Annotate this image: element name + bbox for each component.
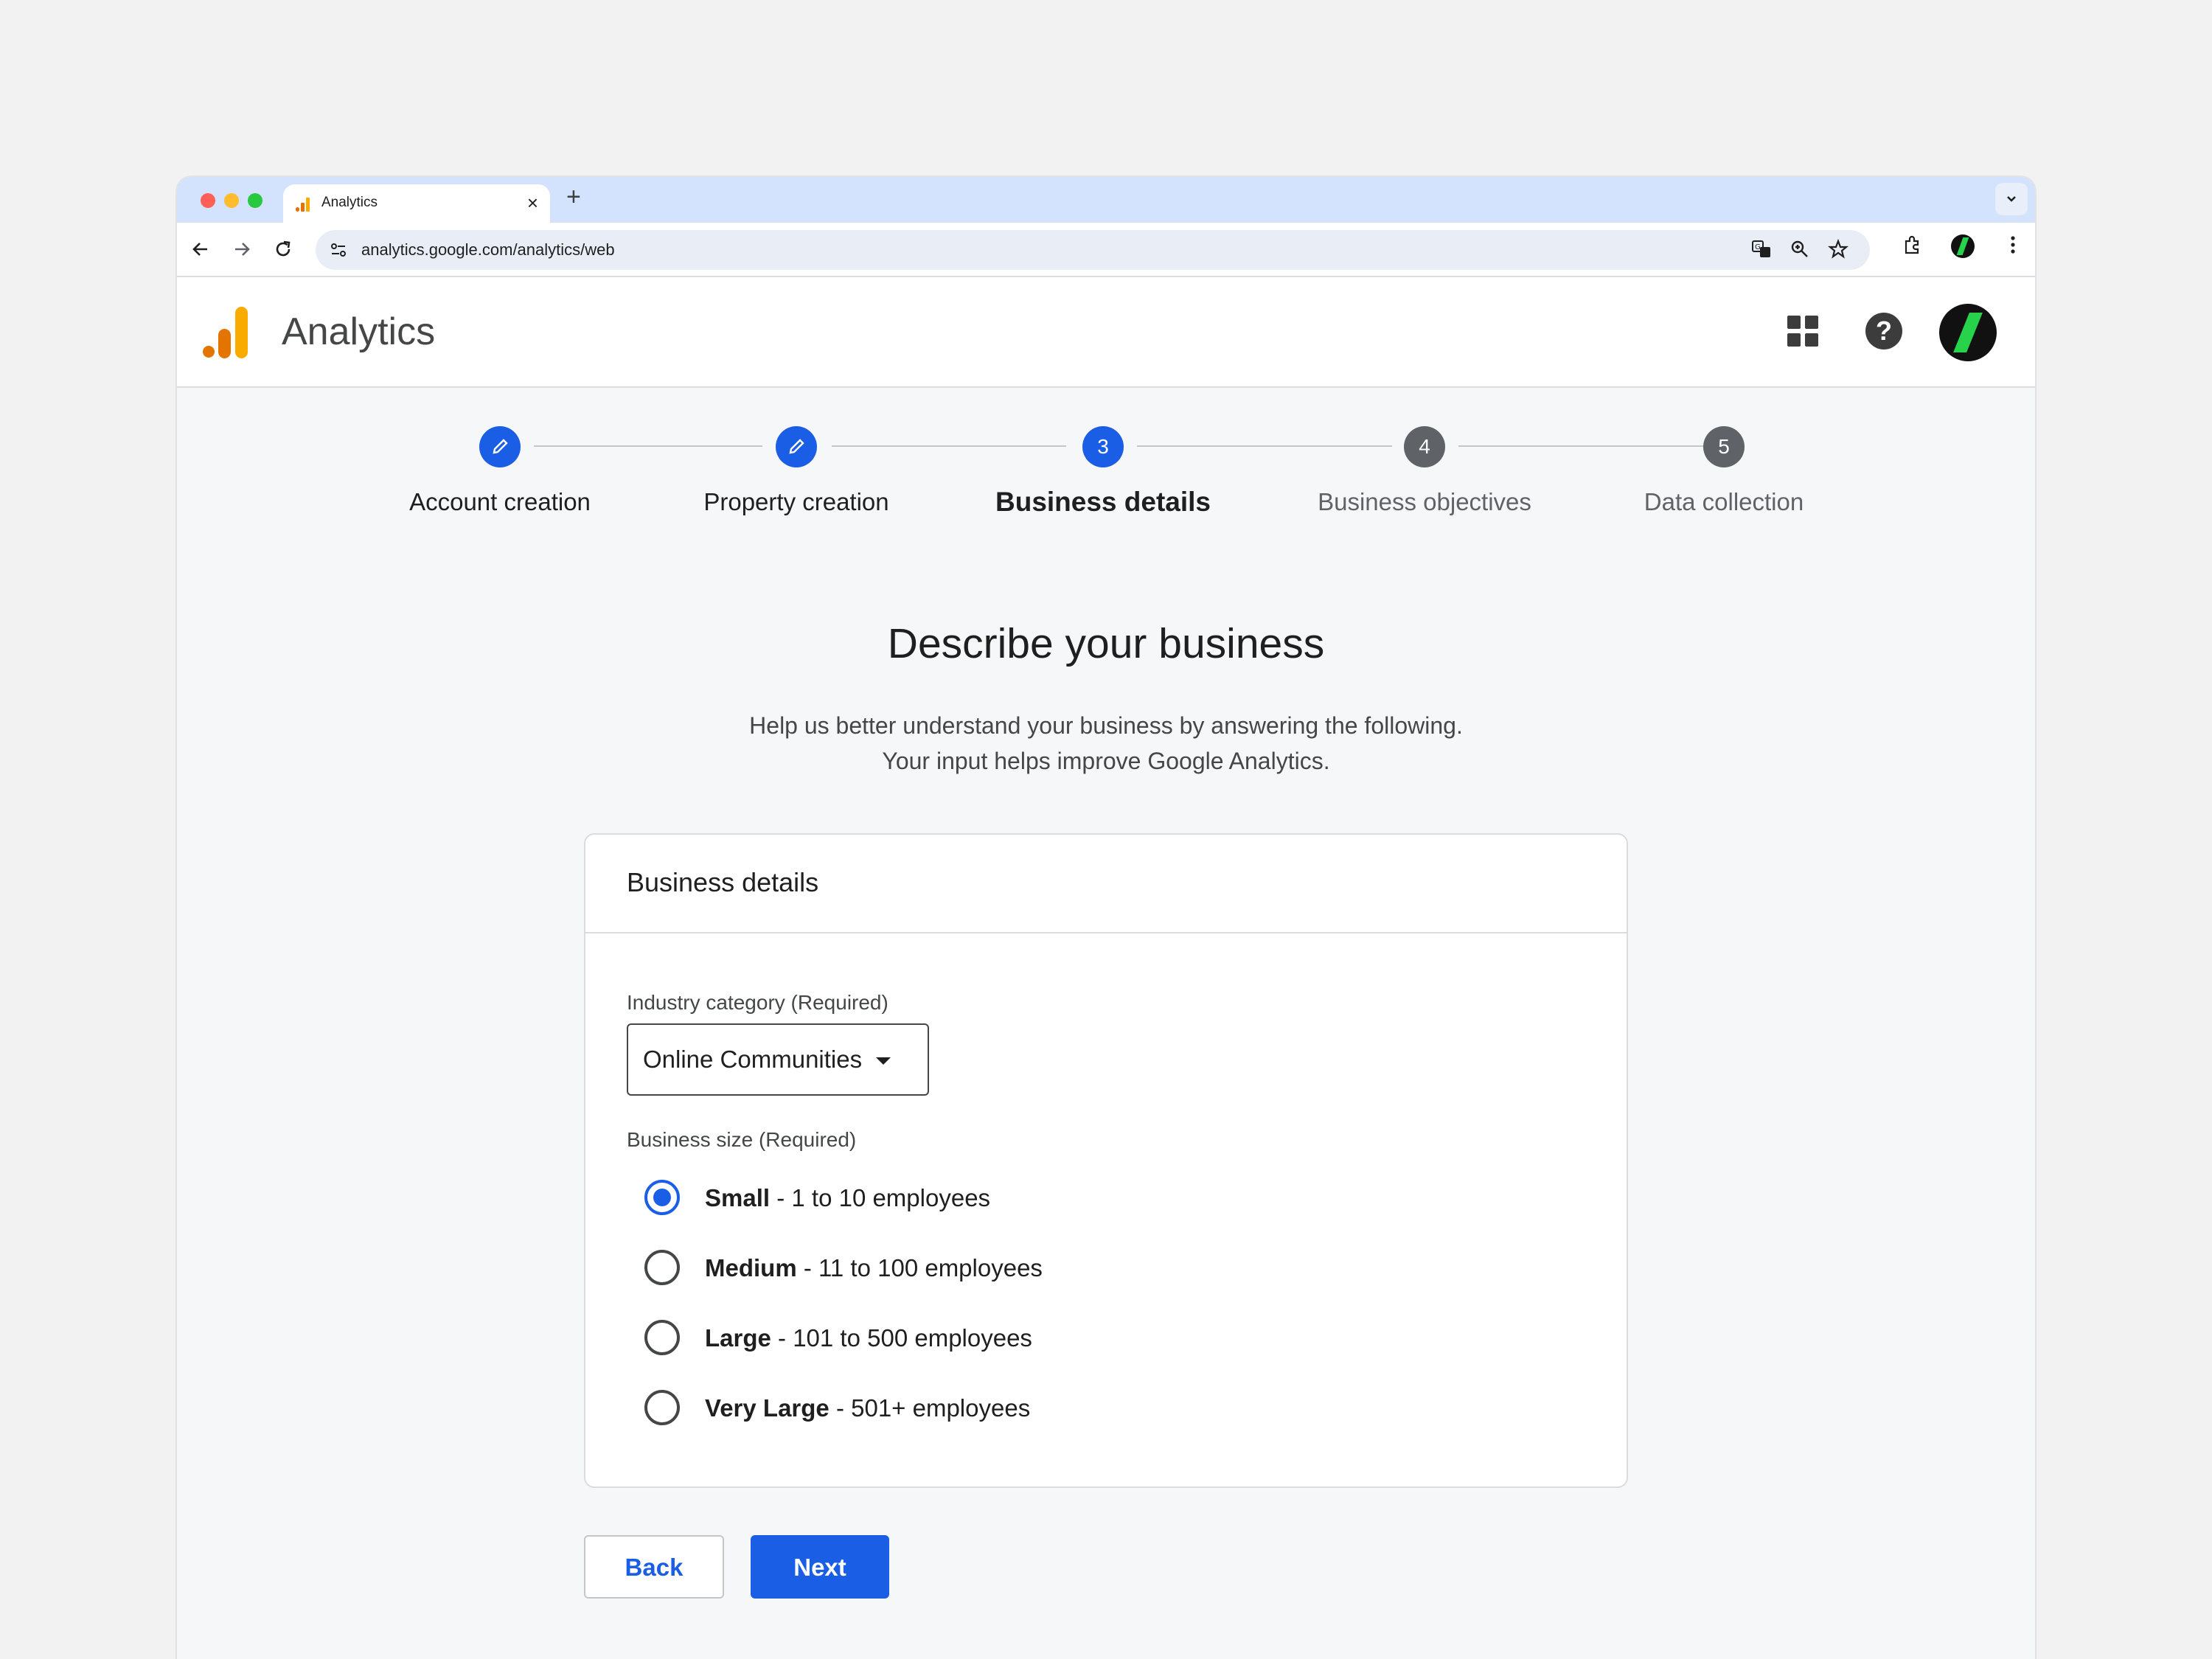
menu-icon[interactable] [2001,234,2025,258]
maximize-window-button[interactable] [248,193,262,208]
edit-icon [493,439,508,454]
avatar[interactable] [1939,304,1997,361]
zoom-icon[interactable] [1789,239,1811,261]
subtitle-line-1: Help us better understand your business … [749,712,1463,739]
back-icon[interactable] [187,236,214,262]
browser-toolbar: analytics.google.com/analytics/web G [177,223,2035,277]
setup-stepper: 3 4 5 Account creation Property creation… [177,391,2035,538]
caret-down-icon [876,1057,891,1065]
card-header: Business details [585,835,1627,933]
back-button[interactable]: Back [584,1535,724,1599]
address-bar[interactable]: analytics.google.com/analytics/web G [316,230,1870,270]
step-5-label: Data collection [1644,488,1804,515]
star-icon[interactable] [1827,238,1849,261]
step-2-label: Property creation [703,488,889,515]
step-5-circle: 5 [1703,426,1745,467]
radio-large[interactable] [644,1320,680,1355]
url-text[interactable]: analytics.google.com/analytics/web [361,240,615,260]
size-option-label: Small - 1 to 10 employees [705,1184,991,1211]
tab-close-icon[interactable]: × [527,192,538,215]
step-1-circle [479,426,521,467]
step-connector [1137,445,1392,447]
site-info-icon[interactable] [329,240,348,260]
chevron-down-icon [2007,196,2016,202]
business-size-label: Business size (Required) [627,1128,857,1151]
step-4-label: Business objectives [1318,488,1531,515]
apps-grid-icon[interactable] [1786,314,1820,348]
tab-title: Analytics [321,195,378,210]
industry-value: Online Communities [643,1046,863,1073]
extensions-icon[interactable] [1901,234,1924,258]
industry-category-select[interactable]: Online Communities [627,1023,929,1096]
page-subtitle: Help us better understand your business … [177,708,2035,779]
page-title: Describe your business [887,620,1325,667]
radio-very-large[interactable] [644,1390,680,1425]
minimize-window-button[interactable] [224,193,239,208]
step-3-label: Business details [995,487,1211,517]
edit-icon [789,439,804,454]
forward-icon[interactable] [229,236,255,262]
app-title: Analytics [282,310,436,353]
reload-icon[interactable] [270,236,296,262]
browser-window: Analytics × + analytics.google.com/analy… [177,177,2035,1659]
analytics-favicon-icon [296,198,310,212]
step-1-label: Account creation [409,488,591,515]
radio-medium[interactable] [644,1250,680,1285]
step-4-circle: 4 [1404,426,1445,467]
industry-label: Industry category (Required) [627,991,888,1014]
translate-icon[interactable]: G [1750,239,1773,261]
app-header: Analytics ? [177,277,2035,388]
svg-text:G: G [1755,243,1761,251]
profile-icon[interactable] [1951,234,1975,258]
tab-strip: Analytics × + [177,177,2035,223]
size-option-label: Medium - 11 to 100 employees [705,1254,1043,1281]
new-tab-button[interactable]: + [566,183,581,212]
browser-tab[interactable]: Analytics × [283,184,550,223]
step-connector [534,445,762,447]
step-connector [1458,445,1717,447]
next-button[interactable]: Next [751,1535,889,1599]
radio-small[interactable] [644,1180,680,1215]
size-option-label: Large - 101 to 500 employees [705,1324,1032,1352]
step-3-circle: 3 [1082,426,1124,467]
size-option-label: Very Large - 501+ employees [705,1394,1031,1422]
step-connector [832,445,1066,447]
analytics-logo-icon[interactable] [202,307,249,358]
close-window-button[interactable] [201,193,215,208]
card-title: Business details [627,867,819,897]
subtitle-line-2: Your input helps improve Google Analytic… [882,748,1330,774]
tab-search-button[interactable] [1995,183,2028,215]
step-2-circle [776,426,817,467]
business-details-card: Business details Industry category (Requ… [584,833,1628,1488]
help-icon[interactable]: ? [1865,313,1902,349]
